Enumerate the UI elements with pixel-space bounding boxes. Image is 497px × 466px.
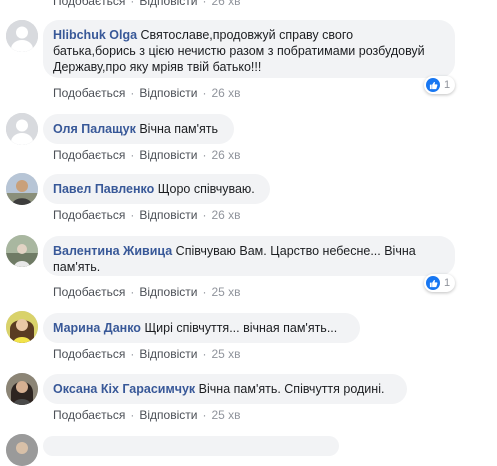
timestamp[interactable]: 25 хв: [211, 347, 240, 361]
timestamp[interactable]: 26 хв: [211, 148, 240, 162]
reply-link[interactable]: Відповісти: [139, 148, 197, 162]
timestamp[interactable]: 26 хв: [211, 86, 240, 100]
comment-author[interactable]: Hlibchuk Olga: [53, 28, 137, 42]
reply-link[interactable]: Відповісти: [139, 285, 197, 299]
avatar[interactable]: [6, 235, 38, 267]
like-link[interactable]: Подобається: [53, 0, 125, 8]
avatar[interactable]: [6, 173, 38, 205]
timestamp[interactable]: 26 хв: [211, 208, 240, 222]
comment-author[interactable]: Оля Палащук: [53, 122, 136, 136]
reply-link[interactable]: Відповісти: [139, 347, 197, 361]
comment-author[interactable]: Валентина Живица: [53, 244, 172, 258]
reply-link[interactable]: Відповісти: [139, 0, 197, 8]
avatar[interactable]: [6, 113, 38, 145]
comment-text: батька,борись з цією нечистю разом з поб…: [53, 44, 425, 58]
comment-bubble: [43, 436, 339, 456]
reply-link[interactable]: Відповісти: [139, 408, 197, 422]
avatar[interactable]: [6, 20, 38, 52]
timestamp[interactable]: 26 хв: [211, 0, 240, 8]
like-icon: [426, 78, 440, 92]
comment-actions: Подобається · Відповісти · 25 хв: [53, 285, 241, 299]
like-link[interactable]: Подобається: [53, 86, 125, 100]
comment-text: Святославе,продовжуй справу свого: [140, 28, 354, 42]
comment-actions: Подобається · Відповісти · 26 хв: [53, 86, 241, 100]
like-link[interactable]: Подобається: [53, 408, 125, 422]
comment-author[interactable]: Марина Данко: [53, 321, 141, 335]
comment-text: Щоро співчуваю.: [157, 182, 255, 196]
comment-text: Вічна пам'ять. Співчуття родині.: [198, 382, 385, 396]
comment-actions: Подобається · Відповісти · 25 хв: [53, 408, 241, 422]
comment-author[interactable]: Павел Павленко: [53, 182, 154, 196]
comment-actions: Подобається · Відповісти · 26 хв: [53, 0, 241, 8]
like-link[interactable]: Подобається: [53, 347, 125, 361]
comment-bubble: Валентина Живица Співчуваю Вам. Царство …: [43, 236, 455, 276]
reply-link[interactable]: Відповісти: [139, 86, 197, 100]
comment-text: пам'ять.: [53, 260, 101, 274]
like-link[interactable]: Подобається: [53, 208, 125, 222]
comment-author[interactable]: Оксана Кіх Гарасимчук: [53, 382, 195, 396]
timestamp[interactable]: 25 хв: [211, 408, 240, 422]
comment-actions: Подобається · Відповісти · 26 хв: [53, 208, 241, 222]
comment-bubble: Hlibchuk Olga Святославе,продовжуй справ…: [43, 20, 455, 78]
like-icon: [426, 276, 440, 290]
comment-bubble: Оля Палащук Вічна пам'ять: [43, 114, 234, 144]
like-link[interactable]: Подобається: [53, 148, 125, 162]
comment-bubble: Оксана Кіх Гарасимчук Вічна пам'ять. Спі…: [43, 374, 407, 404]
comment-text: Співчуваю Вам. Царство небесне... Вічна: [175, 244, 416, 258]
comment-actions: Подобається · Відповісти · 26 хв: [53, 148, 241, 162]
timestamp[interactable]: 25 хв: [211, 285, 240, 299]
avatar[interactable]: [6, 373, 38, 405]
reply-link[interactable]: Відповісти: [139, 208, 197, 222]
reaction-count[interactable]: 1: [424, 274, 456, 292]
comment-text: Вічна пам'ять: [139, 122, 219, 136]
comment-bubble: Марина Данко Щирі співчуття... вічная па…: [43, 313, 360, 343]
reaction-count[interactable]: 1: [424, 76, 456, 94]
comment-actions: Подобається · Відповісти · 25 хв: [53, 347, 241, 361]
comment-text: Державу,про яку мріяв твій батько!!!: [53, 60, 262, 74]
like-link[interactable]: Подобається: [53, 285, 125, 299]
comment-bubble: Павел Павленко Щоро співчуваю.: [43, 174, 270, 204]
avatar[interactable]: [6, 434, 38, 466]
avatar[interactable]: [6, 311, 38, 343]
comment-text: Щирі співчуття... вічная пам'ять...: [144, 321, 338, 335]
